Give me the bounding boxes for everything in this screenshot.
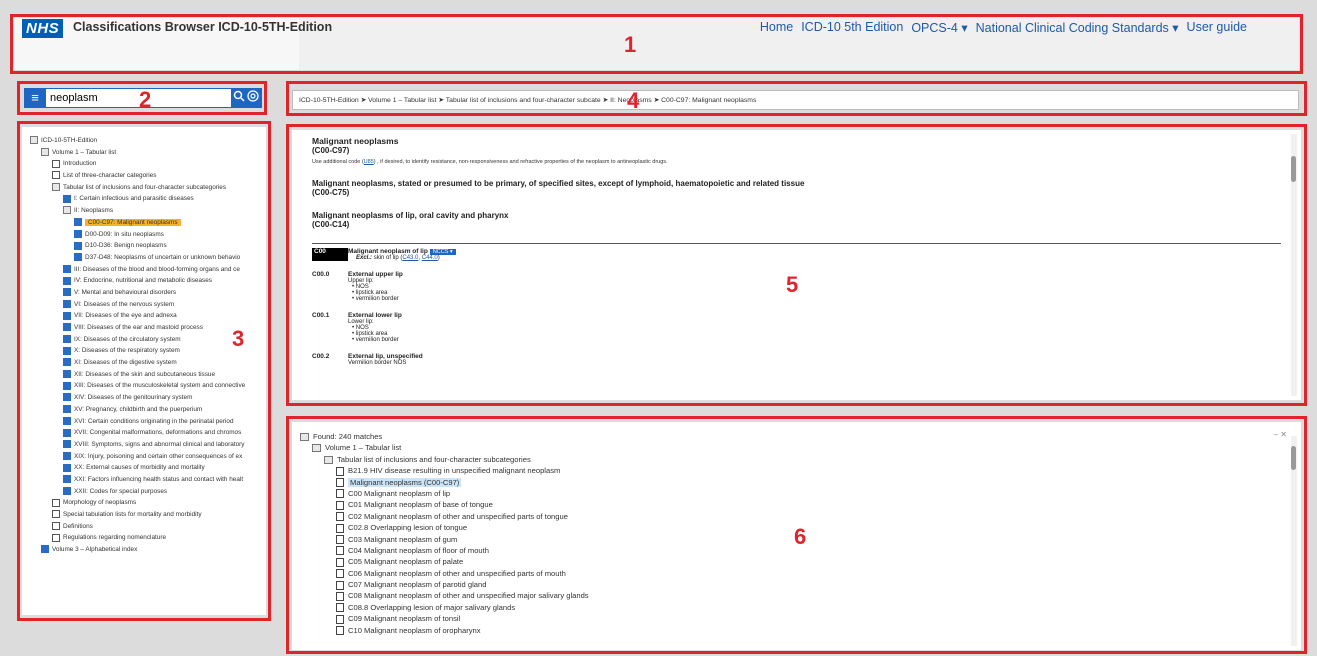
annotation-box-1 [10,14,1303,74]
annotation-box-3 [17,121,271,621]
annotation-box-4 [286,81,1307,116]
annotation-number-4: 4 [627,88,640,113]
annotation-box-5 [286,124,1307,406]
annotation-number-2: 2 [139,87,152,112]
annotation-number-5: 5 [786,272,799,297]
annotation-number-1: 1 [624,32,637,57]
annotation-number-6: 6 [794,524,807,549]
annotation-number-3: 3 [232,326,245,351]
